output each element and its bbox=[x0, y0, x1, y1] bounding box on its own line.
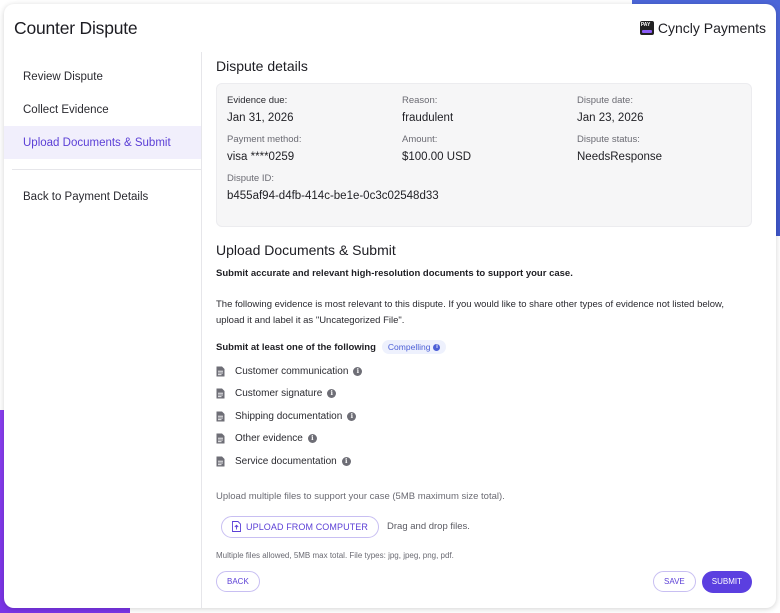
submit-button[interactable]: SUBMIT bbox=[701, 570, 752, 593]
info-icon[interactable]: i bbox=[353, 366, 363, 376]
dispute-date-value: Jan 23, 2026 bbox=[577, 112, 644, 124]
file-upload-icon bbox=[232, 521, 241, 532]
chip-info-icon: i bbox=[433, 343, 441, 351]
detail-reason: Reason: fraudulent bbox=[402, 95, 577, 124]
evidence-item: Service documentation i bbox=[216, 450, 752, 473]
reason-value: fraudulent bbox=[402, 112, 454, 124]
detail-dispute-date: Dispute date: Jan 23, 2026 bbox=[577, 95, 741, 124]
payment-method-value: visa ****0259 bbox=[227, 151, 295, 163]
compelling-chip[interactable]: Compelling i bbox=[381, 340, 447, 354]
footer-actions: BACK SAVE SUBMIT bbox=[216, 570, 752, 593]
evidence-item: Shipping documentation i bbox=[216, 405, 752, 428]
dispute-details-card: Evidence due: Jan 31, 2026 Reason: fraud… bbox=[216, 83, 752, 227]
info-icon[interactable]: i bbox=[347, 411, 357, 421]
evidence-item: Customer communication i bbox=[216, 360, 752, 383]
detail-evidence-due: Evidence due: Jan 31, 2026 bbox=[227, 95, 402, 124]
dispute-id-value: b455af94-d4fb-414c-be1e-0c3c02548d33 bbox=[227, 190, 439, 202]
upload-section-title: Upload Documents & Submit bbox=[216, 242, 396, 258]
info-icon[interactable]: i bbox=[307, 434, 317, 444]
detail-payment-method: Payment method: visa ****0259 bbox=[227, 134, 402, 163]
document-icon bbox=[216, 366, 225, 377]
detail-amount: Amount: $100.00 USD bbox=[402, 134, 577, 163]
upload-description: The following evidence is most relevant … bbox=[216, 299, 725, 326]
upload-note: Upload multiple files to support your ca… bbox=[216, 490, 505, 502]
detail-dispute-id: Dispute ID: b455af94-d4fb-414c-be1e-0c3c… bbox=[227, 173, 741, 202]
sidebar-divider bbox=[12, 169, 201, 170]
document-icon bbox=[216, 388, 225, 399]
upload-row: UPLOAD FROM COMPUTER Drag and drop files… bbox=[216, 515, 752, 538]
document-icon bbox=[216, 456, 225, 467]
modal-title: Counter Dispute bbox=[14, 17, 138, 38]
amount-value: $100.00 USD bbox=[402, 151, 472, 163]
detail-dispute-status: Dispute status: NeedsResponse bbox=[577, 134, 741, 163]
info-icon[interactable]: i bbox=[341, 456, 351, 466]
info-icon[interactable]: i bbox=[327, 389, 337, 399]
sidebar-item-review-dispute[interactable]: Review Dispute bbox=[4, 60, 201, 93]
sidebar-item-upload-documents[interactable]: Upload Documents & Submit bbox=[4, 126, 201, 159]
modal-header: Counter Dispute PAY Cyncly Payments bbox=[4, 4, 776, 52]
back-button[interactable]: BACK bbox=[216, 571, 260, 592]
requirement-text: Submit at least one of the following bbox=[216, 341, 376, 353]
sidebar-item-collect-evidence[interactable]: Collect Evidence bbox=[4, 93, 201, 126]
requirement-row: Submit at least one of the following Com… bbox=[216, 340, 752, 354]
drag-drop-text: Drag and drop files. bbox=[387, 521, 470, 532]
brand: PAY Cyncly Payments bbox=[639, 20, 766, 36]
upload-lead-text: Submit accurate and relevant high-resolu… bbox=[216, 268, 573, 279]
document-icon bbox=[216, 433, 225, 444]
evidence-due-value: Jan 31, 2026 bbox=[227, 112, 294, 124]
main-content: Dispute details Evidence due: Jan 31, 20… bbox=[216, 52, 752, 608]
save-button[interactable]: SAVE bbox=[653, 571, 696, 592]
sidebar: Review Dispute Collect Evidence Upload D… bbox=[4, 52, 202, 608]
back-to-payment-details-link[interactable]: Back to Payment Details bbox=[4, 180, 201, 213]
file-types-note: Multiple files allowed, 5MB max total. F… bbox=[216, 550, 454, 560]
evidence-list: Customer communication i Customer signat… bbox=[216, 360, 752, 473]
document-icon bbox=[216, 411, 225, 422]
evidence-item: Customer signature i bbox=[216, 383, 752, 406]
evidence-item: Other evidence i bbox=[216, 428, 752, 451]
dispute-details-title: Dispute details bbox=[216, 58, 308, 74]
upload-from-computer-button[interactable]: UPLOAD FROM COMPUTER bbox=[221, 515, 380, 538]
brand-name: Cyncly Payments bbox=[657, 20, 766, 36]
brand-logo-icon: PAY bbox=[639, 21, 654, 35]
counter-dispute-modal: Counter Dispute PAY Cyncly Payments Revi… bbox=[4, 4, 776, 608]
dispute-status-value: NeedsResponse bbox=[577, 151, 663, 163]
